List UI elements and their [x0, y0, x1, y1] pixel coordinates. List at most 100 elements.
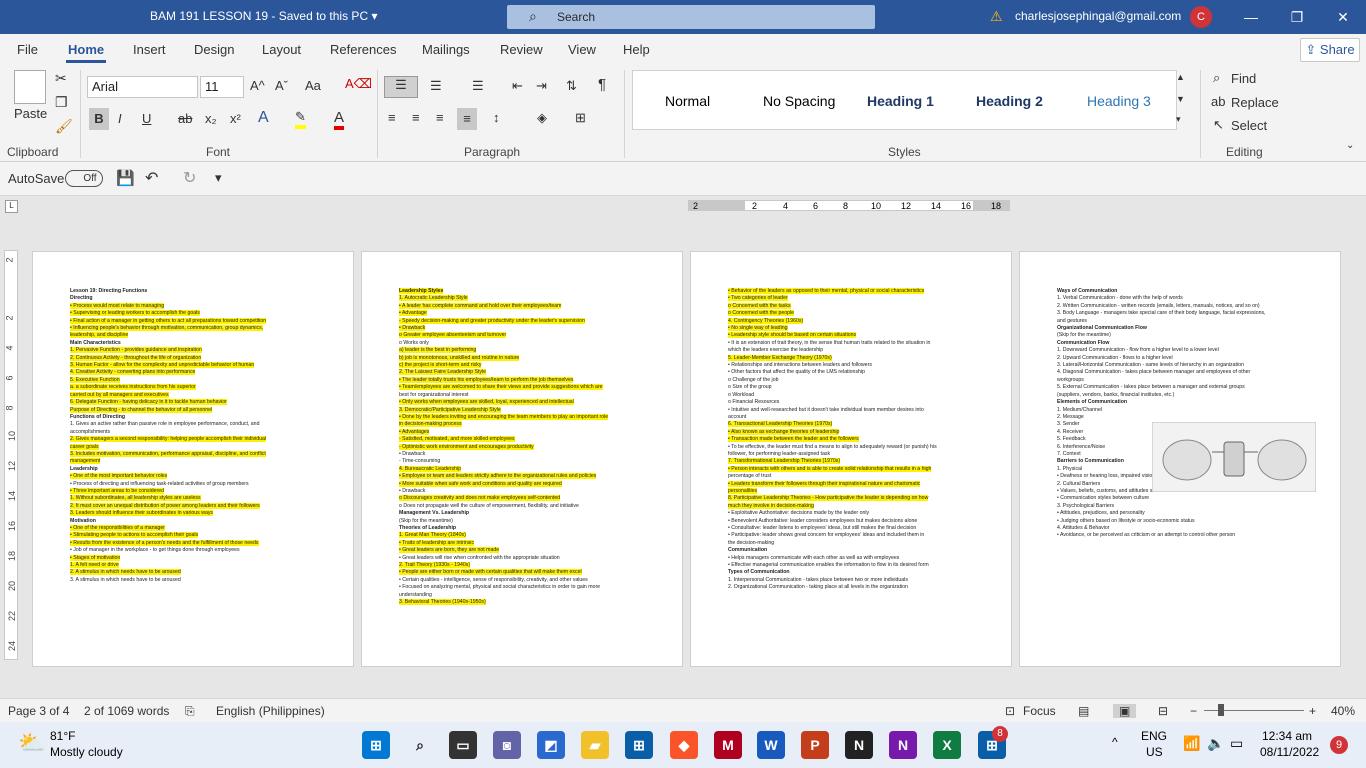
sort-icon[interactable]: ⇅ [566, 78, 577, 94]
focus-mode-button[interactable]: Focus [1023, 704, 1056, 718]
tab-review[interactable]: Review [500, 42, 543, 57]
input-language[interactable]: ENG [1141, 729, 1167, 743]
font-color-icon[interactable]: A [334, 109, 345, 130]
multilevel-list-icon[interactable]: ☰ [472, 78, 484, 94]
subscript-button[interactable]: x₂ [205, 111, 217, 126]
numbering-icon[interactable]: ☰ [430, 78, 442, 94]
collapse-ribbon-icon[interactable]: ⌄ [1346, 140, 1354, 151]
document-page-2[interactable]: Leadership Styles 1. Autocratic Leadersh… [361, 251, 683, 667]
wifi-icon[interactable]: 📶 [1183, 735, 1200, 752]
document-page-1[interactable]: Lesson 19: Directing Functions Directing … [32, 251, 354, 667]
decrease-indent-icon[interactable]: ⇤ [512, 78, 523, 94]
zoom-out-button[interactable]: − [1190, 704, 1197, 718]
user-email[interactable]: charlesjosephingal@gmail.com [1015, 9, 1181, 23]
taskbar-search-icon[interactable]: ⌕ [406, 731, 434, 759]
bullets-icon[interactable]: ☰ [384, 76, 418, 98]
zoom-slider-thumb[interactable] [1218, 704, 1224, 716]
powerpoint-icon[interactable]: P [801, 731, 829, 759]
redo-icon[interactable]: ↻ [183, 168, 196, 188]
tab-selector-icon[interactable]: L [5, 200, 18, 213]
microsoft-store-icon[interactable]: ⊞ [625, 731, 653, 759]
focus-icon[interactable]: ⊡ [1005, 704, 1015, 718]
customize-qat-icon[interactable]: ▾ [215, 170, 222, 186]
borders-icon[interactable]: ⊞ [575, 110, 586, 126]
increase-indent-icon[interactable]: ⇥ [536, 78, 547, 94]
bold-button[interactable]: B [89, 108, 109, 130]
share-button[interactable]: ⇪ Share [1300, 38, 1360, 62]
document-page-3[interactable]: • Behavior of the leaders as opposed to … [690, 251, 1012, 667]
align-right-icon[interactable]: ≡ [436, 110, 444, 125]
highlight-icon[interactable]: ✎ [295, 109, 306, 129]
style-no-spacing[interactable]: No Spacing [763, 93, 835, 109]
autosave-toggle[interactable]: Off [65, 170, 103, 187]
weather-temp[interactable]: 81°F [50, 729, 75, 743]
tab-insert[interactable]: Insert [133, 42, 166, 57]
replace-button[interactable]: Replace [1231, 95, 1279, 110]
paste-icon[interactable] [14, 70, 46, 104]
tab-mailings[interactable]: Mailings [422, 42, 470, 57]
read-mode-icon[interactable]: ▤ [1078, 704, 1089, 718]
excel-icon[interactable]: X [933, 731, 961, 759]
windows-start-icon[interactable]: ⊞ [362, 731, 390, 759]
onenote-icon[interactable]: N [889, 731, 917, 759]
volume-icon[interactable]: 🔈 [1207, 735, 1224, 752]
search-box[interactable]: ⌕ Search [507, 5, 875, 29]
restore-button[interactable]: ❐ [1274, 5, 1320, 29]
format-painter-icon[interactable]: 🖌 [55, 118, 73, 135]
save-icon[interactable]: 💾 [116, 169, 135, 187]
horizontal-ruler[interactable]: 2 2 4 6 8 10 12 14 16 18 [688, 200, 1010, 211]
zoom-level[interactable]: 40% [1331, 704, 1355, 718]
tab-file[interactable]: File [17, 42, 38, 57]
file-explorer-icon[interactable]: ▰ [581, 731, 609, 759]
style-heading-2[interactable]: Heading 2 [976, 93, 1043, 109]
teams-chat-icon[interactable]: ◙ [493, 731, 521, 759]
notion-icon[interactable]: N [845, 731, 873, 759]
style-normal[interactable]: Normal [665, 93, 710, 109]
print-layout-icon[interactable]: ▣ [1113, 704, 1137, 718]
close-button[interactable]: ✕ [1320, 5, 1366, 29]
font-size-select[interactable]: 11 [200, 76, 244, 98]
italic-button[interactable]: I [118, 111, 122, 126]
warning-icon[interactable]: ⚠ [990, 8, 1003, 25]
document-page-4[interactable]: Ways of Communication 1. Verbal Communic… [1019, 251, 1341, 667]
language-status[interactable]: English (Philippines) [216, 704, 325, 718]
zoom-in-button[interactable]: + [1309, 704, 1316, 718]
line-spacing-icon[interactable]: ↕ [493, 110, 500, 125]
style-heading-1[interactable]: Heading 1 [867, 93, 934, 109]
shrink-font-icon[interactable]: Aˇ [275, 78, 288, 93]
paste-button[interactable]: Paste [14, 106, 47, 121]
tab-design[interactable]: Design [194, 42, 234, 57]
page-count[interactable]: Page 3 of 4 [8, 704, 69, 718]
underline-button[interactable]: U [142, 111, 151, 126]
style-heading-3[interactable]: Heading 3 [1087, 93, 1151, 109]
tab-home[interactable]: Home [65, 42, 107, 63]
undo-icon[interactable]: ↶ [145, 168, 158, 188]
clock-date[interactable]: 08/11/2022 [1260, 745, 1319, 759]
web-layout-icon[interactable]: ⊟ [1158, 704, 1168, 718]
app-m-icon[interactable]: M [714, 731, 742, 759]
weather-icon[interactable]: ⛅ [18, 730, 45, 756]
align-center-icon[interactable]: ≡ [412, 110, 420, 125]
replace-icon[interactable]: ab [1211, 94, 1225, 109]
align-left-icon[interactable]: ≡ [388, 110, 396, 125]
weather-desc[interactable]: Mostly cloudy [50, 745, 123, 759]
font-family-select[interactable]: Arial [87, 76, 198, 98]
word-count[interactable]: 2 of 1069 words [84, 704, 169, 718]
tab-references[interactable]: References [330, 42, 396, 57]
vertical-ruler[interactable]: 2 2 4 6 8 10 12 14 16 18 20 22 24 [4, 250, 18, 660]
minimize-button[interactable]: — [1228, 5, 1274, 29]
tab-help[interactable]: Help [623, 42, 650, 57]
copy-icon[interactable]: ❐ [55, 94, 68, 111]
task-view-icon[interactable]: ▭ [449, 731, 477, 759]
show-marks-icon[interactable]: ¶ [598, 76, 606, 93]
brave-browser-icon[interactable]: ◆ [670, 731, 698, 759]
clock-time[interactable]: 12:34 am [1262, 729, 1312, 743]
superscript-button[interactable]: x² [230, 111, 241, 126]
tray-chevron-icon[interactable]: ^ [1112, 735, 1118, 749]
change-case-icon[interactable]: Aa [305, 78, 321, 93]
cut-icon[interactable]: ✂ [55, 70, 67, 87]
battery-icon[interactable]: ▭ [1230, 735, 1243, 752]
widgets-icon[interactable]: ◩ [537, 731, 565, 759]
styles-more-icon[interactable]: ▾ [1176, 114, 1181, 125]
notification-badge[interactable]: 9 [1330, 736, 1348, 754]
